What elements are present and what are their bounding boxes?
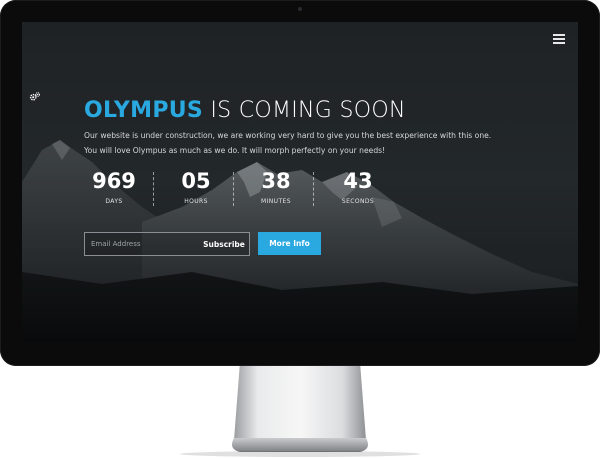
countdown-seconds: 43 SECONDS (328, 169, 388, 205)
countdown-divider (233, 172, 234, 206)
countdown-timer: 969 DAYS 05 HOURS 38 MINUTES 43 SECONDS (84, 169, 404, 217)
headline-text: IS COMING SOON (203, 98, 406, 123)
page-title: OLYMPUS IS COMING SOON (84, 98, 544, 123)
camera-dot (298, 7, 302, 11)
more-info-button[interactable]: More Info (258, 232, 321, 255)
description-line-1: Our website is under construction, we ar… (84, 131, 492, 140)
hamburger-menu-icon[interactable] (553, 34, 565, 44)
countdown-seconds-label: SECONDS (341, 198, 375, 205)
monitor-mockup: OLYMPUS IS COMING SOON Our website is un… (0, 0, 600, 458)
countdown-days-label: DAYS (105, 198, 123, 205)
countdown-hours-label: HOURS (184, 198, 208, 205)
countdown-hours: 05 HOURS (166, 169, 226, 205)
hero-content: OLYMPUS IS COMING SOON Our website is un… (84, 98, 544, 158)
countdown-minutes: 38 MINUTES (246, 169, 306, 205)
subscribe-form: Subscribe (84, 232, 250, 256)
countdown-hours-value: 05 (181, 169, 211, 193)
landing-page-screen: OLYMPUS IS COMING SOON Our website is un… (22, 22, 578, 342)
countdown-days-value: 969 (92, 169, 136, 193)
brand-name: OLYMPUS (84, 98, 204, 123)
subscribe-button[interactable]: Subscribe (199, 233, 249, 255)
email-field[interactable] (85, 233, 199, 255)
description: Our website is under construction, we ar… (84, 128, 544, 158)
countdown-seconds-value: 43 (343, 169, 373, 193)
description-line-2: You will love Olympus as much as we do. … (84, 146, 386, 155)
countdown-minutes-value: 38 (261, 169, 291, 193)
gears-icon[interactable] (29, 90, 41, 102)
countdown-divider (313, 172, 314, 206)
countdown-minutes-label: MINUTES (261, 198, 291, 205)
countdown-divider (153, 172, 154, 206)
countdown-days: 969 DAYS (84, 169, 144, 205)
